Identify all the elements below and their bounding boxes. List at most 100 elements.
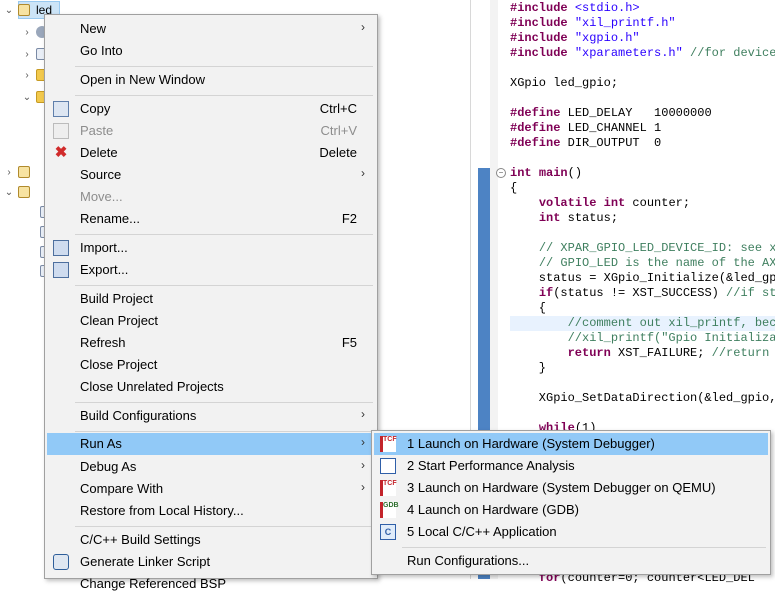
menu-item-4-launch-on-hardware-gdb[interactable]: GDB 4 Launch on Hardware (GDB) xyxy=(374,499,768,521)
code-token: // XPAR_GPIO_LED_DEVICE_ID: see xp xyxy=(538,241,775,255)
menu-item-label: Delete xyxy=(80,145,118,160)
menu-item-restore-from-local-history[interactable]: Restore from Local History... xyxy=(47,500,375,522)
menu-item-delete[interactable]: ✖ Delete Delete xyxy=(47,142,375,164)
delete-icon: ✖ xyxy=(54,144,68,161)
code-token: //return 1 xyxy=(711,346,770,360)
menu-item-build-project[interactable]: Build Project xyxy=(47,288,375,310)
expand-arrow-icon[interactable]: › xyxy=(22,70,32,81)
code-line[interactable]: int main() xyxy=(510,166,582,181)
menu-item-open-in-new-window[interactable]: Open in New Window xyxy=(47,69,375,91)
code-line[interactable]: status = XGpio_Initialize(&led_gpi xyxy=(510,271,775,286)
menu-item-export[interactable]: Export... xyxy=(47,259,375,281)
code-line[interactable]: #include "xil_printf.h" xyxy=(510,16,676,31)
code-line[interactable]: return XST_FAILURE; //return 1 xyxy=(510,346,775,361)
paste-icon xyxy=(53,123,69,139)
code-line[interactable]: // GPIO_LED is the name of the AXI xyxy=(510,256,775,271)
menu-item-1-launch-on-hardware-system-debugger[interactable]: TCF 1 Launch on Hardware (System Debugger… xyxy=(374,433,768,455)
code-line[interactable]: #include <stdio.h> xyxy=(510,1,640,16)
code-line[interactable]: { xyxy=(510,301,546,316)
code-token: counter; xyxy=(625,196,691,210)
code-line[interactable]: //comment out xil_printf, beca xyxy=(510,316,775,331)
menu-item-close-unrelated-projects[interactable]: Close Unrelated Projects xyxy=(47,376,375,398)
collapse-arrow-icon[interactable]: ⌄ xyxy=(22,92,32,103)
code-line[interactable]: #define LED_DELAY 10000000 xyxy=(510,106,712,121)
menu-item-label: Run As xyxy=(80,436,122,451)
menu-item-label: Paste xyxy=(80,123,114,138)
code-line[interactable]: #include "xgpio.h" xyxy=(510,31,640,46)
code-line[interactable]: volatile int counter; xyxy=(510,196,690,211)
menu-item-c-c-build-settings[interactable]: C/C++ Build Settings xyxy=(47,529,375,551)
code-token: //xil_printf("Gpio Initializat xyxy=(567,331,775,345)
code-line[interactable]: #define DIR_OUTPUT 0 xyxy=(510,136,661,151)
submenu-arrow-icon: › xyxy=(361,480,365,494)
code-line[interactable]: XGpio_SetDataDirection(&led_gpio, xyxy=(510,391,775,406)
code-token: "xil_printf.h" xyxy=(574,16,676,30)
code-token: #define xyxy=(510,106,561,120)
menu-item-import[interactable]: Import... xyxy=(47,237,375,259)
menu-item-new[interactable]: New › xyxy=(47,18,375,40)
menu-item-label: Go Into xyxy=(80,43,123,58)
code-line[interactable]: { xyxy=(510,181,517,196)
menu-item-label: Source xyxy=(80,167,122,182)
code-token: #include xyxy=(510,1,568,15)
code-token: LED_DELAY 10000000 xyxy=(560,106,712,120)
menu-item-change-referenced-bsp[interactable]: Change Referenced BSP xyxy=(47,573,375,595)
code-line[interactable]: #define LED_CHANNEL 1 xyxy=(510,121,661,136)
code-line[interactable]: XGpio led_gpio; xyxy=(510,76,618,91)
menu-item-paste: Paste Ctrl+V xyxy=(47,120,375,142)
menu-item-label: 5 Local C/C++ Application xyxy=(407,524,557,539)
project-icon xyxy=(18,166,30,178)
collapse-arrow-icon[interactable]: ⌄ xyxy=(4,187,14,198)
menu-item-clean-project[interactable]: Clean Project xyxy=(47,310,375,332)
tcf-icon: TCF xyxy=(380,480,397,496)
code-token: XGpio led_gpio; xyxy=(510,76,619,90)
menu-item-run-configurations[interactable]: Run Configurations... xyxy=(374,550,768,572)
menu-item-2-start-performance-analysis[interactable]: 2 Start Performance Analysis xyxy=(374,455,768,477)
menu-item-source[interactable]: Source › xyxy=(47,164,375,186)
code-token: () xyxy=(567,166,583,180)
menu-separator xyxy=(75,66,373,67)
code-token: status = XGpio_Initialize(&led_gpi xyxy=(510,271,775,285)
menu-item-label: Refresh xyxy=(80,335,126,350)
menu-item-5-local-c-c-application[interactable]: C 5 Local C/C++ Application xyxy=(374,521,768,543)
code-line[interactable]: //xil_printf("Gpio Initializat xyxy=(510,331,775,346)
menu-item-go-into[interactable]: Go Into xyxy=(47,40,375,62)
code-line[interactable]: // XPAR_GPIO_LED_DEVICE_ID: see xp xyxy=(510,241,775,256)
menu-item-run-as[interactable]: Run As › xyxy=(47,433,375,455)
menu-item-generate-linker-script[interactable]: Generate Linker Script xyxy=(47,551,375,573)
code-token: int xyxy=(510,166,532,180)
menu-item-label: C/C++ Build Settings xyxy=(80,532,201,547)
expand-arrow-icon[interactable]: › xyxy=(4,167,14,178)
menu-item-debug-as[interactable]: Debug As › xyxy=(47,456,375,478)
menu-item-copy[interactable]: Copy Ctrl+C xyxy=(47,98,375,120)
menu-item-3-launch-on-hardware-system-debugger-on-qemu[interactable]: TCF 3 Launch on Hardware (System Debugger… xyxy=(374,477,768,499)
code-line[interactable]: } xyxy=(510,361,546,376)
expand-arrow-icon[interactable]: › xyxy=(22,49,32,60)
code-token: status; xyxy=(560,211,619,225)
code-token: // GPIO_LED is the name of the AXI xyxy=(538,256,775,270)
code-line[interactable]: #include "xparameters.h" //for device xyxy=(510,46,775,61)
code-line[interactable]: if(status != XST_SUCCESS) //if sta xyxy=(510,286,775,301)
code-token: volatile int xyxy=(538,196,626,210)
submenu-arrow-icon: › xyxy=(361,166,365,180)
menu-item-compare-with[interactable]: Compare With › xyxy=(47,478,375,500)
menu-item-label: Close Unrelated Projects xyxy=(80,379,224,394)
menu-separator xyxy=(75,431,373,432)
collapse-arrow-icon[interactable]: ⌄ xyxy=(4,5,14,16)
expand-arrow-icon[interactable]: › xyxy=(22,27,32,38)
menu-item-close-project[interactable]: Close Project xyxy=(47,354,375,376)
code-line[interactable]: int status; xyxy=(510,211,618,226)
submenu-arrow-icon: › xyxy=(361,20,365,34)
menu-item-build-configurations[interactable]: Build Configurations › xyxy=(47,405,375,427)
code-token: #define xyxy=(510,136,561,150)
code-token: { xyxy=(510,181,518,195)
menu-item-move: Move... xyxy=(47,186,375,208)
code-token: #include xyxy=(510,46,568,60)
menu-item-refresh[interactable]: Refresh F5 xyxy=(47,332,375,354)
code-token: DIR_OUTPUT 0 xyxy=(560,136,662,150)
fold-toggle-icon[interactable]: − xyxy=(496,168,506,178)
menu-item-rename[interactable]: Rename... F2 xyxy=(47,208,375,230)
